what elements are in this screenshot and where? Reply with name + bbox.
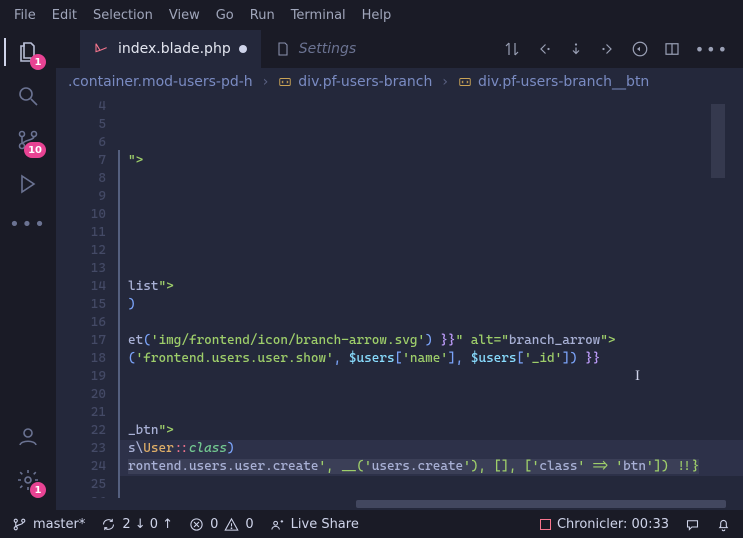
code-line[interactable]: ('frontend.users.user.show', $users['nam… (118, 350, 743, 368)
status-chronicler[interactable]: Chronicler: 00:33 (540, 517, 669, 532)
menu-edit[interactable]: Edit (44, 4, 85, 27)
status-bar: master* 2 ↓ 0 ↑ 0 0 Live Share Chronicle… (0, 510, 743, 538)
feedback-icon (685, 517, 700, 532)
code-line[interactable] (118, 260, 743, 278)
code-line[interactable] (118, 98, 743, 116)
nav-down-icon[interactable] (567, 40, 585, 58)
compare-icon[interactable] (503, 40, 521, 58)
status-notifications[interactable] (716, 517, 731, 532)
text-cursor-icon: I (635, 368, 640, 385)
sync-icon (101, 517, 116, 532)
line-number-gutter: 4567891011121314151617181920212223242526… (56, 96, 118, 510)
html-tag-icon (458, 75, 472, 89)
code-line[interactable] (118, 188, 743, 206)
menu-bar: File Edit Selection View Go Run Terminal… (0, 0, 743, 30)
modified-dot-icon (239, 45, 247, 53)
preview-icon[interactable] (631, 40, 649, 58)
editor[interactable]: 4567891011121314151617181920212223242526… (56, 96, 743, 510)
code-line[interactable] (118, 242, 743, 260)
menu-view[interactable]: View (161, 4, 208, 27)
settings-badge: 1 (30, 482, 46, 498)
code-line[interactable]: et('img/frontend/icon/branch-arrow.svg')… (118, 332, 743, 350)
explorer-badge: 1 (30, 54, 46, 70)
status-liveshare[interactable]: Live Share (270, 517, 359, 532)
minimap[interactable] (711, 104, 725, 178)
code-line[interactable]: ) (118, 296, 743, 314)
file-icon (275, 41, 291, 57)
menu-help[interactable]: Help (354, 4, 400, 27)
code-line[interactable]: list"> (118, 278, 743, 296)
nav-forward-icon[interactable] (599, 40, 617, 58)
code-line[interactable] (118, 116, 743, 134)
tab-bar: index.blade.php Settings ••• (56, 30, 743, 68)
menu-run[interactable]: Run (242, 4, 283, 27)
indent-guide (118, 150, 120, 510)
code-line[interactable] (118, 368, 743, 386)
branch-icon (12, 517, 27, 532)
horizontal-scrollbar[interactable] (56, 498, 743, 510)
breadcrumb-item[interactable]: .container.mod-users-pd-h (68, 74, 253, 90)
chevron-right-icon: › (263, 74, 269, 90)
search-icon (16, 84, 40, 108)
activity-source-control[interactable]: 10 (4, 118, 52, 162)
code-line[interactable] (118, 476, 743, 494)
bell-icon (716, 517, 731, 532)
tab-label: Settings (299, 41, 356, 57)
status-sync[interactable]: 2 ↓ 0 ↑ (101, 517, 173, 532)
code-line[interactable] (118, 134, 743, 152)
activity-run-debug[interactable] (4, 162, 52, 206)
code-line[interactable] (118, 206, 743, 224)
menu-terminal[interactable]: Terminal (283, 4, 354, 27)
code-area[interactable]: "> list">) et('img/frontend/icon/branch-ar… (118, 96, 743, 510)
code-line[interactable]: s\User::class) (118, 440, 743, 458)
tab-label: index.blade.php (118, 41, 231, 57)
editor-actions: ••• (489, 30, 743, 68)
status-problems[interactable]: 0 0 (189, 517, 254, 532)
html-tag-icon (278, 75, 292, 89)
code-line[interactable] (118, 314, 743, 332)
record-icon (540, 519, 551, 530)
code-line[interactable] (118, 404, 743, 422)
code-line[interactable] (118, 224, 743, 242)
code-line[interactable] (118, 386, 743, 404)
split-editor-icon[interactable] (663, 40, 681, 58)
chevron-right-icon: › (442, 74, 448, 90)
laravel-icon (94, 41, 110, 57)
code-line[interactable]: _btn"> (118, 422, 743, 440)
status-feedback[interactable] (685, 517, 700, 532)
code-line[interactable]: rontend.users.user.create', __('users.cr… (118, 458, 743, 476)
error-icon (189, 517, 204, 532)
play-bug-icon (16, 172, 40, 196)
menu-selection[interactable]: Selection (85, 4, 161, 27)
status-branch[interactable]: master* (12, 517, 85, 532)
activity-settings[interactable]: 1 (4, 458, 52, 502)
breadcrumb[interactable]: .container.mod-users-pd-h › div.pf-users… (56, 68, 743, 96)
warning-icon (224, 517, 239, 532)
tab-settings[interactable]: Settings (261, 30, 370, 68)
more-actions[interactable]: ••• (695, 40, 729, 59)
menu-go[interactable]: Go (208, 4, 242, 27)
scrollbar-thumb[interactable] (356, 500, 726, 508)
liveshare-icon (270, 517, 285, 532)
code-line[interactable]: "> (118, 152, 743, 170)
activity-overflow[interactable]: ••• (9, 206, 47, 242)
nav-back-icon[interactable] (535, 40, 553, 58)
activity-search[interactable] (4, 74, 52, 118)
breadcrumb-item[interactable]: div.pf-users-branch__btn (458, 74, 649, 90)
activity-bar: 1 10 ••• 1 (0, 30, 56, 510)
activity-explorer[interactable]: 1 (4, 30, 52, 74)
scm-badge: 10 (24, 142, 46, 158)
code-line[interactable] (118, 170, 743, 188)
account-icon (16, 424, 40, 448)
activity-account[interactable] (4, 414, 52, 458)
menu-file[interactable]: File (6, 4, 44, 27)
tab-index-blade[interactable]: index.blade.php (80, 30, 261, 68)
breadcrumb-item[interactable]: div.pf-users-branch (278, 74, 432, 90)
